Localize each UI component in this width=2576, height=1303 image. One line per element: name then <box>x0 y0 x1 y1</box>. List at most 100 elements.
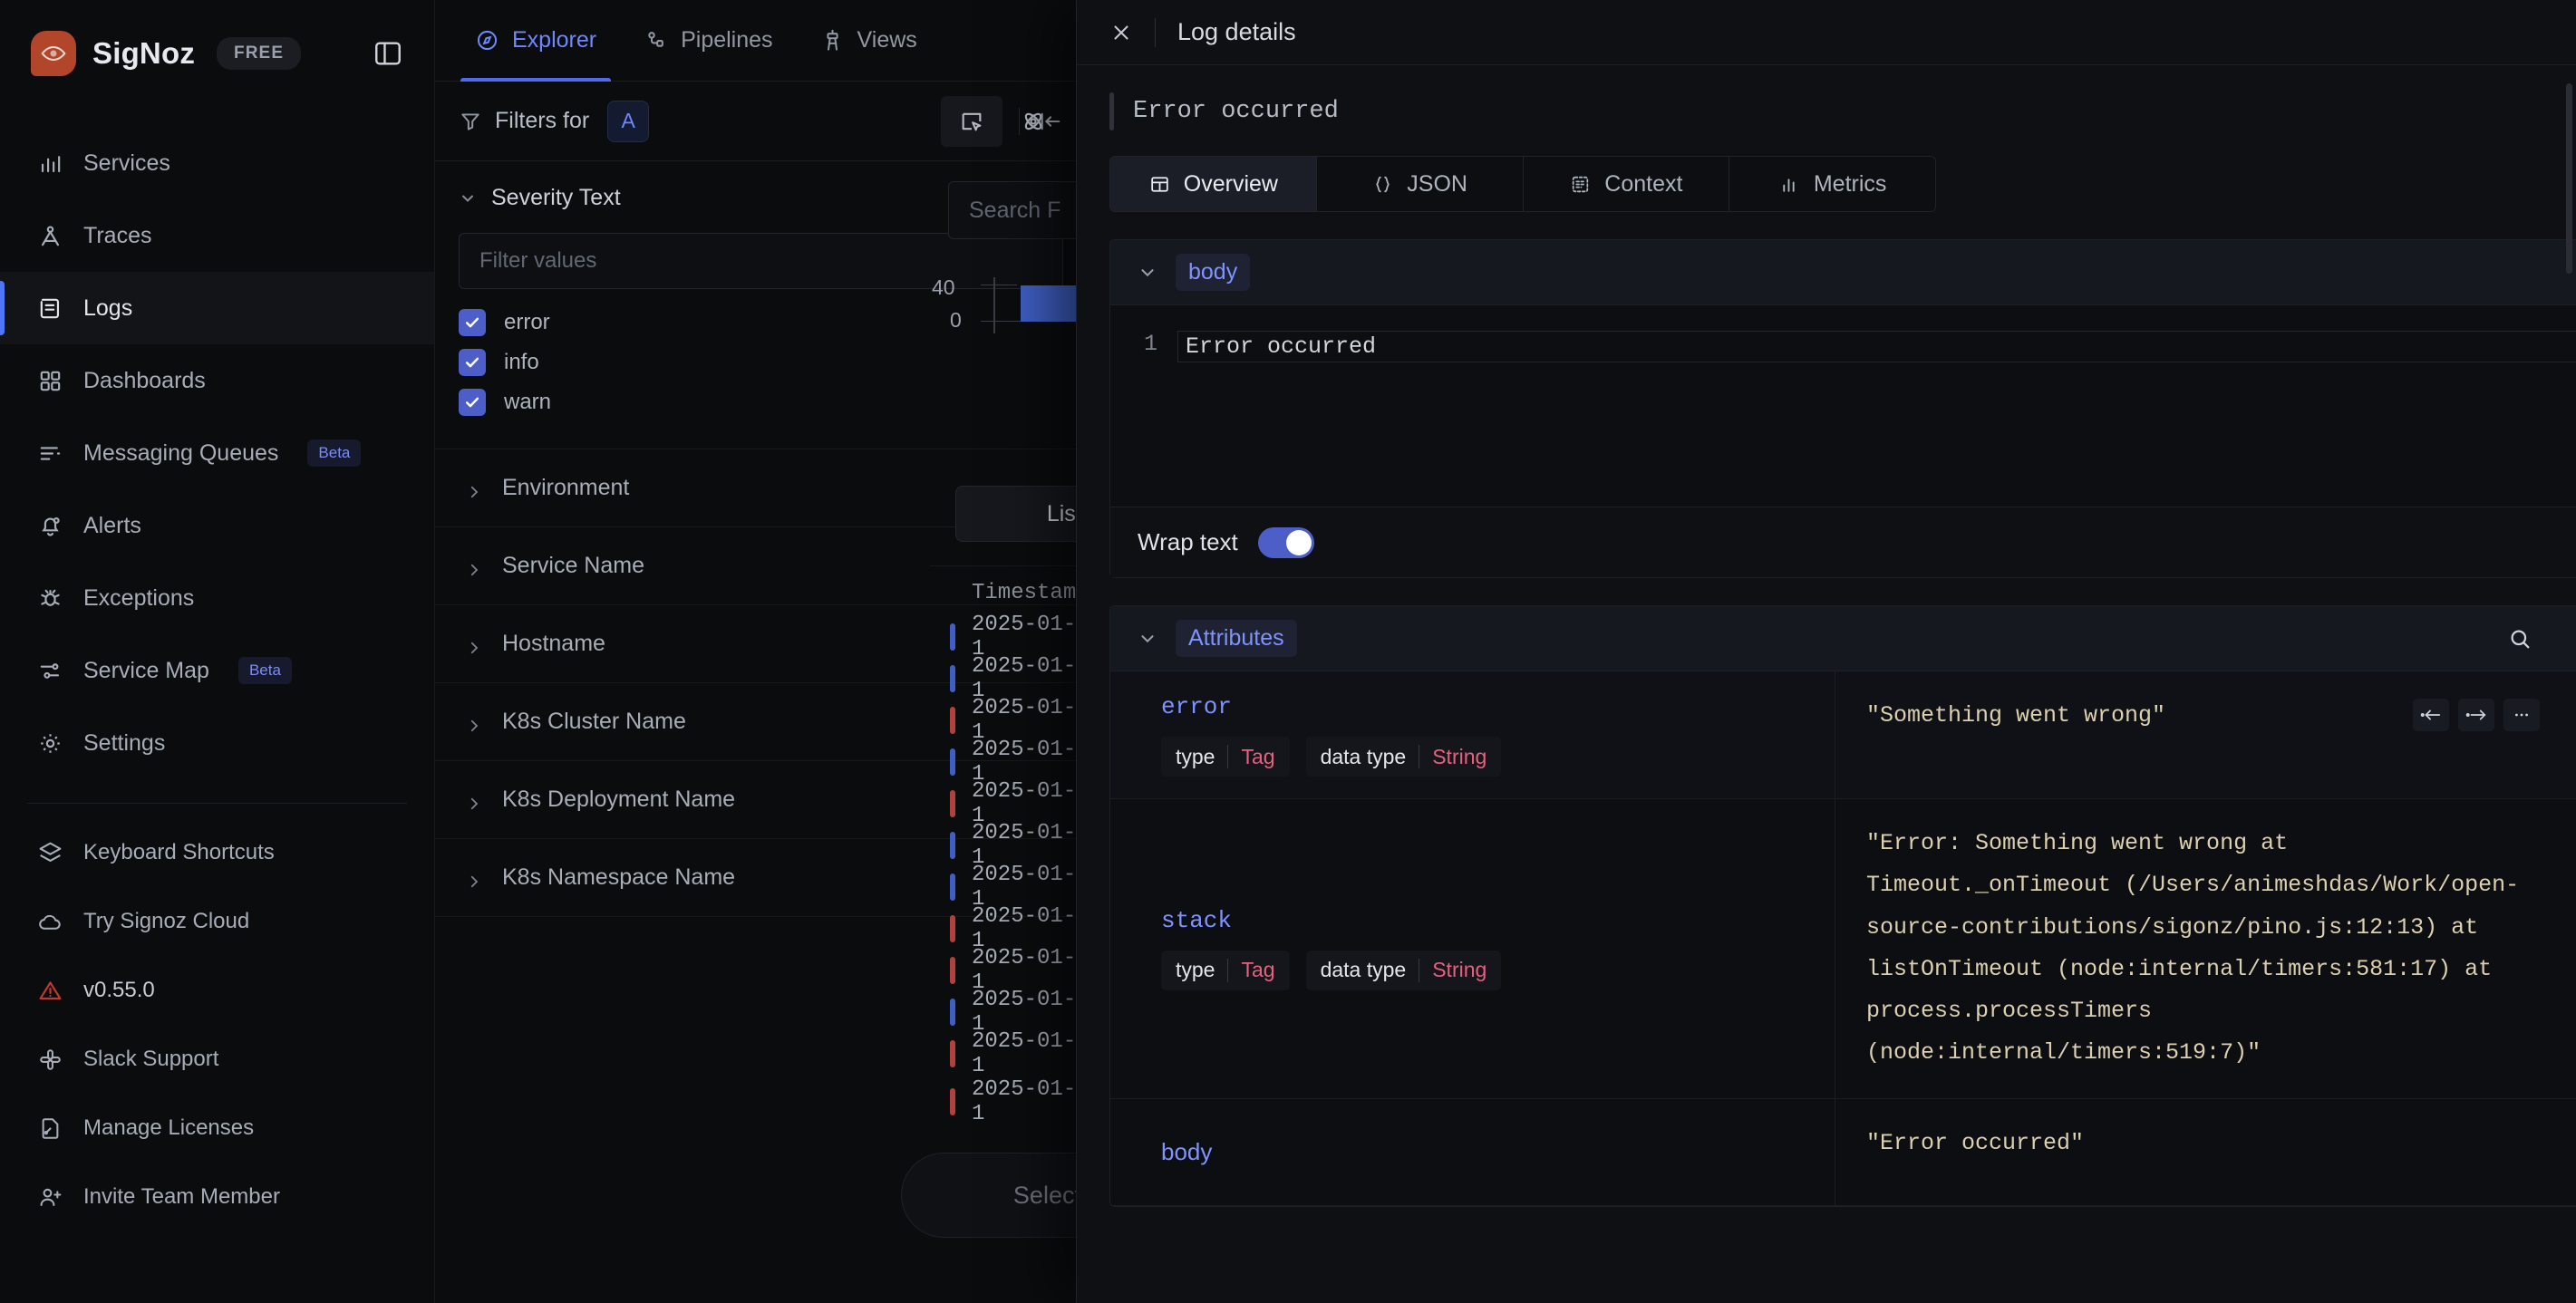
sidebar-item-label: Slack Support <box>83 1047 219 1071</box>
tab-explorer[interactable]: Explorer <box>451 0 620 82</box>
table-row[interactable]: 2025-01-1 <box>930 863 1087 912</box>
sidebar-item-keyboard-shortcuts[interactable]: Keyboard Shortcuts <box>0 818 434 887</box>
type-label: type <box>1176 958 1215 982</box>
sidebar-item-label: Keyboard Shortcuts <box>83 840 275 864</box>
chevron-right-icon <box>466 870 482 887</box>
checkbox-checked-icon[interactable] <box>459 349 486 376</box>
tab-pipelines[interactable]: Pipelines <box>620 0 796 81</box>
filter-group-label: Hostname <box>502 631 605 656</box>
attributes-section-header[interactable]: Attributes <box>1110 606 2576 671</box>
table-row[interactable]: 2025-01-1 <box>930 904 1087 953</box>
brand-name: SigNoz <box>92 36 196 70</box>
table-row[interactable]: 2025-01-1 <box>930 1029 1087 1078</box>
y-tick-0: 0 <box>950 308 962 332</box>
tab-label: Views <box>857 27 917 53</box>
service-map-icon <box>36 657 63 684</box>
table-row[interactable]: 2025-01-1 <box>930 654 1087 703</box>
table-row: stack type Tag data type String "Error: … <box>1110 799 2576 1099</box>
sidebar-item-services[interactable]: Services <box>0 127 434 199</box>
tab-label: Context <box>1604 170 1683 197</box>
attribute-key-cell: error type Tag data type String <box>1110 671 1835 798</box>
atom-icon[interactable] <box>1002 96 1064 147</box>
table-row[interactable]: 2025-01-1 <box>930 988 1087 1037</box>
layers-icon <box>36 839 63 866</box>
table-row[interactable]: 2025-01-1 <box>930 613 1087 661</box>
datatype-value: String <box>1432 744 1487 768</box>
log-message: Error occurred <box>1109 92 2543 130</box>
close-icon[interactable] <box>1109 21 1133 44</box>
sidebar-item-version[interactable]: v0.55.0 <box>0 956 434 1025</box>
table-row[interactable]: 2025-01-1 <box>930 821 1087 870</box>
code-content[interactable]: Error occurred <box>1177 331 2576 362</box>
checkbox-checked-icon[interactable] <box>459 309 486 336</box>
table-row: body "Error occurred" <box>1110 1098 2576 1206</box>
table-row[interactable]: 2025-01-1 <box>930 1075 1087 1129</box>
line-number: 1 <box>1143 331 1157 357</box>
signoz-logo-icon <box>31 31 76 76</box>
wrap-text-toggle[interactable] <box>1257 526 1314 558</box>
sidebar-item-label: Service Map <box>83 657 209 683</box>
tab-context[interactable]: Context <box>1523 156 1730 212</box>
select-view-icon[interactable] <box>941 95 1002 147</box>
severity-badge <box>950 915 955 942</box>
sidebar-item-alerts[interactable]: Alerts <box>0 489 434 562</box>
chevron-right-icon <box>466 792 482 809</box>
type-value: Tag <box>1241 958 1275 982</box>
log-details-drawer: Log details Error occurred Overview JSON… <box>1076 0 2576 1303</box>
warning-triangle-icon <box>36 977 63 1004</box>
gear-icon <box>36 729 63 757</box>
tab-metrics[interactable]: Metrics <box>1729 156 1936 212</box>
filter-out-icon[interactable] <box>2458 699 2494 731</box>
table-row[interactable]: 2025-01-1 <box>930 696 1087 745</box>
body-code-viewer: 1 Error occurred <box>1110 305 2576 507</box>
log-list-panel: Search F 40 0 List v Timestam 2025-01-1 … <box>901 82 1329 1303</box>
sidebar-item-label: Dashboards <box>83 367 206 393</box>
sidebar-item-service-map[interactable]: Service Map Beta <box>0 634 434 707</box>
sidebar-item-try-signoz-cloud[interactable]: Try Signoz Cloud <box>0 887 434 956</box>
sidebar-item-invite-team-member[interactable]: Invite Team Member <box>0 1163 434 1231</box>
table-row[interactable]: 2025-01-1 <box>930 779 1087 828</box>
sidebar-item-label: Manage Licenses <box>83 1115 255 1140</box>
sidebar-item-dashboards[interactable]: Dashboards <box>0 344 434 417</box>
chevron-down-icon <box>1138 263 1157 283</box>
queue-icon <box>36 439 63 467</box>
datatype-tag: data type String <box>1305 950 1502 990</box>
tab-views[interactable]: Views <box>797 0 941 81</box>
severity-option-label: info <box>504 350 539 374</box>
checkbox-checked-icon[interactable] <box>459 389 486 416</box>
search-icon[interactable] <box>2507 626 2532 652</box>
severity-badge <box>950 707 955 734</box>
sidebar-item-settings[interactable]: Settings <box>0 707 434 779</box>
plan-badge: FREE <box>217 37 302 70</box>
query-pill-a[interactable]: A <box>607 100 650 142</box>
sidebar-item-traces[interactable]: Traces <box>0 199 434 272</box>
sidebar-item-messaging-queues[interactable]: Messaging Queues Beta <box>0 417 434 489</box>
wrap-text-label: Wrap text <box>1138 528 1238 555</box>
tab-label: Pipelines <box>681 27 773 53</box>
grid-icon <box>36 367 63 394</box>
type-tag: type Tag <box>1161 737 1290 777</box>
sidebar-item-slack-support[interactable]: Slack Support <box>0 1025 434 1094</box>
sidebar-item-label: Exceptions <box>83 584 195 611</box>
severity-badge <box>950 957 955 984</box>
metrics-bars-icon <box>1783 178 1795 192</box>
search-placeholder: Search F <box>969 197 1061 223</box>
sidebar-item-label: Alerts <box>83 512 141 538</box>
panel-collapse-icon[interactable] <box>373 38 403 69</box>
sidebar-item-logs[interactable]: Logs <box>0 272 434 344</box>
drawer-tabs: Overview JSON Context Metrics <box>1109 156 1936 212</box>
filter-in-icon[interactable] <box>2413 699 2449 731</box>
tab-json[interactable]: JSON <box>1316 156 1524 212</box>
more-icon[interactable] <box>2503 699 2540 731</box>
table-row[interactable]: 2025-01-1 <box>930 946 1087 995</box>
datatype-label: data type <box>1320 744 1407 768</box>
drawer-scrollbar[interactable] <box>2566 83 2572 274</box>
sidebar-item-exceptions[interactable]: Exceptions <box>0 562 434 634</box>
log-list-toolbar <box>930 82 1087 161</box>
severity-option-label: warn <box>504 390 552 414</box>
tab-overview[interactable]: Overview <box>1109 156 1317 212</box>
table-row[interactable]: 2025-01-1 <box>930 738 1087 787</box>
severity-badge <box>950 999 955 1026</box>
body-section-header[interactable]: body <box>1110 240 2576 305</box>
sidebar-item-manage-licenses[interactable]: Manage Licenses <box>0 1094 434 1163</box>
